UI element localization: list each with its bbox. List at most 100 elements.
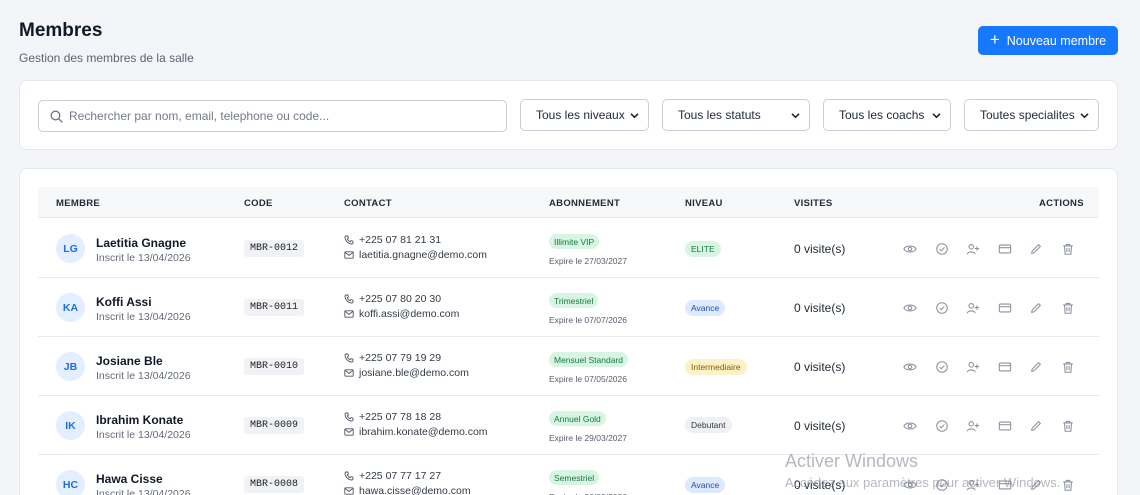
payment-button[interactable] [997, 300, 1013, 316]
view-button[interactable] [902, 359, 918, 375]
member-email: josiane.ble@demo.com [344, 367, 469, 379]
level-badge: Debutant [685, 417, 732, 433]
search-input[interactable] [69, 101, 499, 131]
member-phone-text: +225 07 78 18 28 [359, 411, 442, 423]
view-button[interactable] [902, 418, 918, 434]
member-joined-date: Inscrit le 13/04/2026 [96, 370, 191, 382]
member-phone: +225 07 79 19 29 [344, 352, 441, 364]
avatar: IK [56, 411, 85, 440]
subscription-badge: Semestriel [549, 470, 600, 485]
member-phone: +225 07 81 21 31 [344, 234, 441, 246]
level-badge: Avance [685, 300, 726, 316]
check-in-button[interactable] [934, 418, 950, 434]
avatar: LG [56, 234, 85, 263]
new-member-button[interactable]: + Nouveau membre [978, 26, 1118, 55]
payment-button[interactable] [997, 418, 1013, 434]
visit-count: 0 visite(s) [794, 360, 846, 374]
view-button[interactable] [902, 241, 918, 257]
level-filter-select[interactable]: Tous les niveaux [520, 99, 649, 131]
subscription-badge: Mensuel Standard [549, 352, 628, 367]
coach-filter-select[interactable]: Tous les coachs [823, 99, 951, 131]
member-name[interactable]: Josiane Ble [96, 354, 163, 368]
mail-icon [344, 369, 354, 377]
level-badge: Avance [685, 477, 726, 493]
assign-coach-button[interactable] [965, 359, 981, 375]
assign-coach-button[interactable] [965, 241, 981, 257]
member-joined-date: Inscrit le 13/04/2026 [96, 311, 191, 323]
member-code: MBR-0012 [244, 240, 305, 257]
user-plus-icon [966, 303, 980, 314]
subscription-expiry: Expire le 27/03/2027 [549, 256, 627, 266]
edit-button[interactable] [1028, 418, 1044, 434]
phone-icon [344, 294, 354, 304]
member-email-text: josiane.ble@demo.com [359, 367, 469, 379]
payment-button[interactable] [997, 359, 1013, 375]
search-box[interactable] [38, 100, 507, 132]
page-header: Membres Gestion des membres de la salle [19, 20, 194, 65]
credit-card-icon [998, 362, 1012, 372]
header-actions: ACTIONS [1039, 198, 1084, 209]
delete-button[interactable] [1060, 477, 1076, 493]
view-button[interactable] [902, 300, 918, 316]
edit-button[interactable] [1028, 241, 1044, 257]
level-filter-value: Tous les niveaux [536, 108, 625, 122]
member-email: koffi.assi@demo.com [344, 308, 459, 320]
pencil-icon [1031, 303, 1041, 313]
credit-card-icon [998, 303, 1012, 313]
payment-button[interactable] [997, 241, 1013, 257]
table-row[interactable]: LG Laetitia Gnagne Inscrit le 13/04/2026 MB… [38, 219, 1099, 278]
trash-icon [1063, 361, 1073, 373]
search-icon [50, 110, 63, 123]
credit-card-icon [998, 421, 1012, 431]
phone-icon [344, 235, 354, 245]
avatar: JB [56, 352, 85, 381]
chevron-down-icon [1080, 113, 1089, 119]
member-name[interactable]: Ibrahim Konate [96, 413, 183, 427]
windows-activation-text: Accédez aux paramètres pour activer Wind… [785, 475, 1061, 490]
member-name[interactable]: Laetitia Gnagne [96, 236, 186, 250]
header-contact: CONTACT [344, 198, 392, 209]
status-filter-select[interactable]: Tous les statuts [662, 99, 810, 131]
check-in-button[interactable] [934, 241, 950, 257]
page-title: Membres [19, 20, 103, 41]
member-phone-text: +225 07 79 19 29 [359, 352, 442, 364]
member-name[interactable]: Koffi Assi [96, 295, 152, 309]
header-code: CODE [244, 198, 273, 209]
table-header: MEMBRE CODE CONTACT ABONNEMENT NIVEAU VI… [38, 187, 1099, 218]
check-in-button[interactable] [934, 359, 950, 375]
plus-icon: + [989, 30, 1000, 49]
specialty-filter-value: Toutes specialites [980, 108, 1075, 122]
level-badge: ELITE [685, 241, 721, 257]
level-badge: Intermediaire [685, 359, 747, 375]
status-filter-value: Tous les statuts [678, 108, 761, 122]
avatar: KA [56, 293, 85, 322]
table-row[interactable]: JB Josiane Ble Inscrit le 13/04/2026 MBR-00… [38, 337, 1099, 396]
trash-icon [1063, 243, 1073, 255]
member-phone-text: +225 07 80 20 30 [359, 293, 442, 305]
delete-button[interactable] [1060, 418, 1076, 434]
table-row[interactable]: KA Koffi Assi Inscrit le 13/04/2026 MBR-001… [38, 278, 1099, 337]
delete-button[interactable] [1060, 241, 1076, 257]
header-visits: VISITES [794, 198, 833, 209]
subscription-expiry: Expire le 29/03/2027 [549, 433, 627, 443]
pencil-icon [1031, 244, 1041, 254]
edit-button[interactable] [1028, 300, 1044, 316]
delete-button[interactable] [1060, 359, 1076, 375]
edit-button[interactable] [1028, 359, 1044, 375]
member-phone: +225 07 78 18 28 [344, 411, 441, 423]
table-row[interactable]: IK Ibrahim Konate Inscrit le 13/04/2026 MBR… [38, 396, 1099, 455]
coach-filter-value: Tous les coachs [839, 108, 925, 122]
specialty-filter-select[interactable]: Toutes specialites [964, 99, 1099, 131]
trash-icon [1063, 302, 1073, 314]
member-name[interactable]: Hawa Cisse [96, 472, 163, 486]
trash-icon [1063, 479, 1073, 491]
member-code: MBR-0008 [244, 476, 305, 493]
assign-coach-button[interactable] [965, 418, 981, 434]
chevron-down-icon [932, 113, 941, 119]
filter-panel: Tous les niveaux Tous les statuts Tous l… [19, 80, 1118, 150]
assign-coach-button[interactable] [965, 300, 981, 316]
check-circle-icon [936, 302, 948, 314]
delete-button[interactable] [1060, 300, 1076, 316]
member-joined-date: Inscrit le 13/04/2026 [96, 252, 191, 264]
check-in-button[interactable] [934, 300, 950, 316]
